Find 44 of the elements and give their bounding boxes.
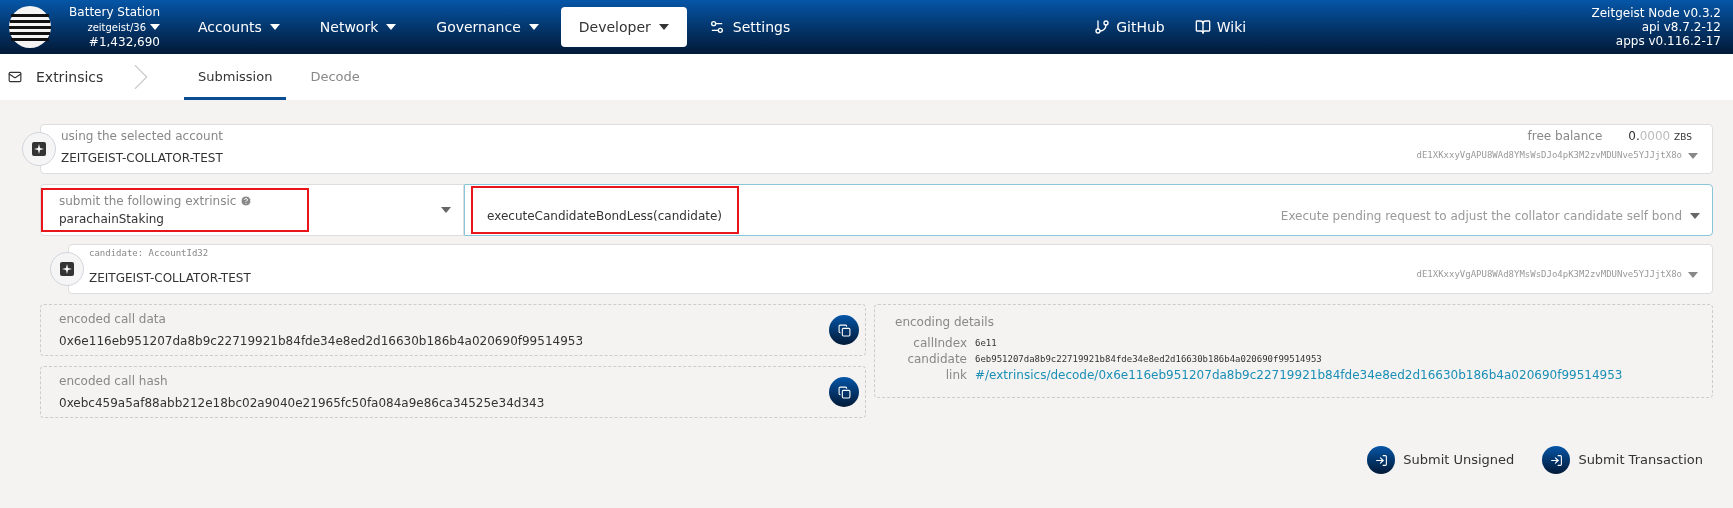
method-selector[interactable]: executeCandidateBondLess(candidate) Execute pending request to adjust the collator candidate self bond — [464, 184, 1713, 236]
section-title: Extrinsics — [36, 67, 105, 87]
account-selector[interactable]: using the selected account ZEITGEIST-COLLATOR-TEST free balance 0.0000 ZBS dE1XKxxyVgAPU8WAd8YMsWsDJo4pK3M2zvMDUNve5YJJjtX8o — [40, 124, 1713, 174]
account-address: dE1XKxxyVgAPU8WAd8YMsWsDJo4pK3M2zvMDUNve5YJJjtX8o — [1416, 149, 1682, 162]
pallet-selector[interactable]: submit the following extrinsic parachainStaking — [40, 184, 464, 236]
detail-key: link — [895, 367, 967, 383]
method-description: Execute pending request to adjust the collator candidate self bond — [1280, 208, 1682, 225]
detail-value: 6e11 — [975, 337, 998, 350]
account-name: ZEITGEIST-COLLATOR-TEST — [89, 269, 251, 287]
account-address: dE1XKxxyVgAPU8WAd8YMsWsDJo4pK3M2zvMDUNve5YJJjtX8o — [1416, 268, 1682, 282]
nav-tab[interactable]: Accounts — [180, 7, 298, 47]
field-label: using the selected account — [61, 128, 223, 145]
pallet-name: parachainStaking — [59, 211, 165, 228]
method-name: executeCandidateBondLess(candidate) — [487, 208, 722, 225]
nav-link[interactable]: Wiki — [1194, 16, 1247, 38]
detail-key: callIndex — [895, 335, 967, 351]
field-label: candidate: AccountId32 — [89, 247, 210, 260]
section-tab[interactable]: Submission — [184, 54, 287, 100]
nav-tab[interactable]: Settings — [690, 7, 809, 47]
nav-link[interactable]: GitHub — [1094, 16, 1165, 38]
nav-tab[interactable]: Developer — [560, 7, 687, 47]
runtime-selector[interactable]: zeitgeist/36 — [87, 19, 160, 35]
submit-button[interactable]: Submit Unsigned — [1367, 446, 1515, 474]
detail-key: candidate — [895, 351, 967, 367]
version-text: api v8.7.2-12 — [1641, 20, 1721, 34]
block-number: #1,432,690 — [88, 34, 160, 50]
encoded-value: 0x6e116eb951207da8b9c22719921b84fde34e8ed2d16630b186b4a020690f99514953 — [59, 333, 584, 350]
detail-value: 6eb951207da8b9c22719921b84fde34e8ed2d16630b186b4a020690f99514953 — [975, 353, 1323, 366]
chain-name: Battery Station — [69, 4, 160, 20]
account-name: ZEITGEIST-COLLATOR-TEST — [61, 150, 223, 167]
field-label: encoded call hash — [59, 373, 169, 390]
candidate-selector[interactable]: candidate: AccountId32 ZEITGEIST-COLLATOR-TEST dE1XKxxyVgAPU8WAd8YMsWsDJo4pK3M2zvMDUNve5YJJjtX8o — [68, 244, 1713, 294]
version-text: apps v0.116.2-17 — [1615, 34, 1721, 48]
submit-button[interactable]: Submit Transaction — [1542, 446, 1703, 474]
field-label: encoded call data — [59, 311, 167, 328]
nav-tab[interactable]: Network — [301, 7, 415, 47]
version-text: Zeitgeist Node v0.3.2 — [1591, 6, 1721, 20]
nav-tab[interactable]: Governance — [418, 7, 557, 47]
field-label: encoding details — [895, 315, 994, 329]
encoded-value: 0xebc459a5af88abb212e18bc02a9040e21965fc50fa084a9e86ca34525e34d343 — [59, 395, 545, 412]
field-label: submit the following extrinsic — [59, 193, 237, 210]
balance-label: free balance — [1527, 128, 1603, 145]
balance-value: 0.0000 ZBS — [1628, 128, 1692, 145]
section-tab[interactable]: Decode — [296, 54, 374, 100]
